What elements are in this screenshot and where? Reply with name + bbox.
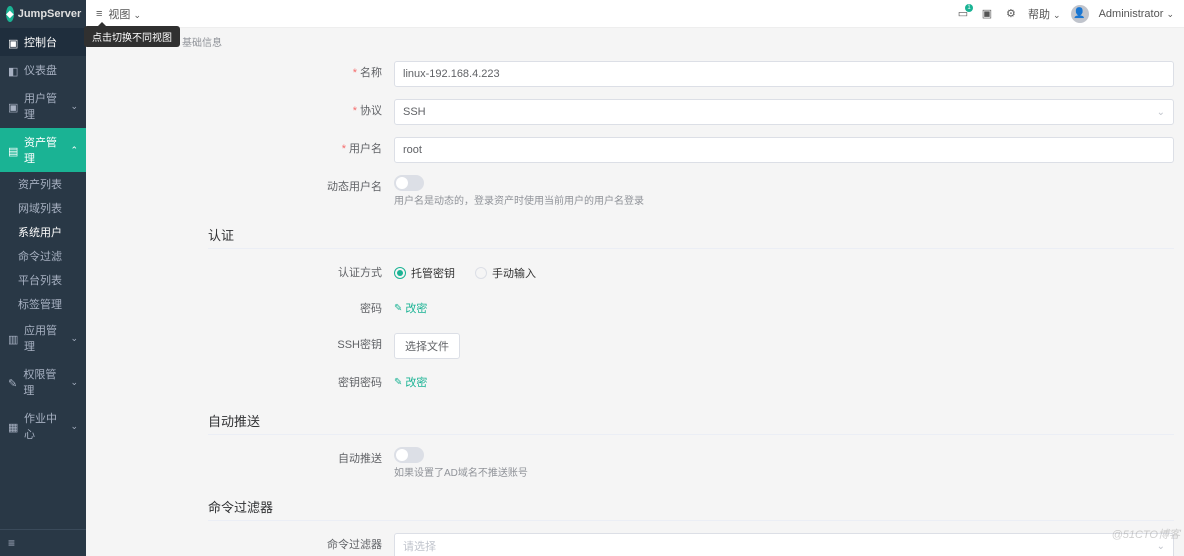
nav-item-label: 权限管理 bbox=[23, 366, 64, 398]
section-auth: 认证 bbox=[208, 215, 1174, 249]
apps-icon: ▥ bbox=[8, 333, 18, 343]
nav-item-label: 作业中心 bbox=[24, 410, 64, 442]
console-icon: ▣ bbox=[8, 37, 18, 47]
avatar[interactable]: 👤 bbox=[1071, 5, 1089, 23]
dynamic-username-label: 动态用户名 bbox=[327, 181, 382, 193]
name-input[interactable] bbox=[394, 61, 1174, 87]
password-update-link[interactable]: ✎ 改密 bbox=[394, 297, 427, 321]
nav-perm-management[interactable]: ✎ 权限管理 ⌄ bbox=[0, 360, 86, 404]
username-input[interactable] bbox=[394, 137, 1174, 163]
nav-job-center[interactable]: ▦ 作业中心 ⌄ bbox=[0, 404, 86, 448]
auto-push-switch[interactable] bbox=[394, 447, 424, 463]
chevron-down-icon: ⌄ bbox=[70, 333, 78, 344]
protocol-select[interactable]: SSH ⌄ bbox=[394, 99, 1174, 125]
users-icon: ▣ bbox=[8, 101, 18, 111]
nav-sub-asset-list[interactable]: 资产列表 bbox=[0, 172, 86, 196]
ssh-key-choose-file-button[interactable]: 选择文件 bbox=[394, 333, 460, 359]
terminal-icon[interactable]: ▣ bbox=[980, 7, 994, 21]
password-label: 密码 bbox=[360, 303, 382, 315]
cmd-filter-placeholder: 请选择 bbox=[403, 538, 436, 554]
cmd-filter-select[interactable]: 请选择 ⌄ bbox=[394, 533, 1174, 556]
nav-sub-system-user[interactable]: 系统用户 bbox=[0, 220, 86, 244]
menu-icon[interactable]: ≡ bbox=[96, 8, 102, 20]
chevron-down-icon: ⌄ bbox=[70, 101, 78, 112]
content: 基础信息 *名称 *协议 SSH ⌄ *用户名 bbox=[86, 28, 1184, 556]
nav-console-header: ▣ 控制台 bbox=[0, 28, 86, 56]
section-basic-info: 基础信息 bbox=[86, 28, 1184, 53]
gear-icon[interactable]: ⚙ bbox=[1004, 7, 1018, 21]
logo-icon: ◆ bbox=[6, 6, 14, 22]
help-menu[interactable]: 帮助 ⌄ bbox=[1028, 6, 1061, 22]
nav-dashboard[interactable]: ◧ 仪表盘 bbox=[0, 56, 86, 84]
main: ≡ 视图 ⌄ ▭ 1 ▣ ⚙ 帮助 ⌄ 👤 Administrator ⌄ bbox=[86, 0, 1184, 556]
username-label: 用户名 bbox=[349, 143, 382, 155]
dynamic-username-help: 用户名是动态的，登录资产时使用当前用户的用户名登录 bbox=[394, 195, 1174, 209]
auto-push-label: 自动推送 bbox=[338, 453, 382, 465]
collapse-icon: ≡ bbox=[8, 536, 15, 550]
nav-asset-management[interactable]: ▤ 资产管理 ⌃ bbox=[0, 128, 86, 172]
auth-method-manual-radio[interactable]: 手动输入 bbox=[475, 265, 536, 281]
chevron-down-icon: ⌄ bbox=[70, 377, 78, 388]
nav-user-management[interactable]: ▣ 用户管理 ⌄ bbox=[0, 84, 86, 128]
chevron-down-icon: ⌄ bbox=[1157, 107, 1165, 118]
pencil-icon: ✎ bbox=[394, 371, 402, 395]
jobs-icon: ▦ bbox=[8, 421, 18, 431]
nav-sub-platform-list[interactable]: 平台列表 bbox=[0, 268, 86, 292]
section-push: 自动推送 bbox=[208, 401, 1174, 435]
nav-sub-cmd-filter[interactable]: 命令过滤 bbox=[0, 244, 86, 268]
dashboard-icon: ◧ bbox=[8, 65, 18, 75]
nav-app-management[interactable]: ▥ 应用管理 ⌄ bbox=[0, 316, 86, 360]
section-filter: 命令过滤器 bbox=[208, 487, 1174, 521]
key-password-update-link[interactable]: ✎ 改密 bbox=[394, 371, 427, 395]
view-tooltip: 点击切换不同视图 bbox=[84, 26, 180, 47]
nav-sub-domain-list[interactable]: 网域列表 bbox=[0, 196, 86, 220]
auto-push-help: 如果设置了AD域名不推送账号 bbox=[394, 467, 1174, 481]
logo-text: JumpServer bbox=[18, 8, 82, 20]
form: *名称 *协议 SSH ⌄ *用户名 bbox=[86, 53, 1184, 556]
nav-item-label: 资产管理 bbox=[24, 134, 64, 166]
radio-label: 托管密钥 bbox=[411, 265, 455, 281]
chevron-down-icon: ⌄ bbox=[70, 421, 78, 432]
nav: ▣ 控制台 ◧ 仪表盘 ▣ 用户管理 ⌄ ▤ 资产管理 ⌃ 资产列表 网域列表 … bbox=[0, 28, 86, 529]
radio-dot-icon bbox=[475, 267, 487, 279]
console-label: 控制台 bbox=[24, 34, 57, 50]
chevron-down-icon: ⌄ bbox=[1166, 9, 1174, 19]
chevron-up-icon: ⌃ bbox=[70, 145, 78, 156]
nav-sub-label-mgmt[interactable]: 标签管理 bbox=[0, 292, 86, 316]
notif-badge: 1 bbox=[965, 4, 973, 12]
sidebar-collapse[interactable]: ≡ bbox=[0, 529, 86, 556]
chevron-down-icon: ⌄ bbox=[133, 10, 141, 20]
pencil-icon: ✎ bbox=[394, 297, 402, 321]
user-menu[interactable]: Administrator ⌄ bbox=[1099, 8, 1174, 20]
auth-method-label: 认证方式 bbox=[338, 267, 382, 279]
protocol-label: 协议 bbox=[360, 105, 382, 117]
notifications-icon[interactable]: ▭ 1 bbox=[956, 7, 970, 21]
protocol-value: SSH bbox=[403, 106, 426, 118]
radio-label: 手动输入 bbox=[492, 265, 536, 281]
perms-icon: ✎ bbox=[8, 377, 17, 387]
chevron-down-icon: ⌄ bbox=[1157, 541, 1165, 552]
nav-item-label: 用户管理 bbox=[24, 90, 64, 122]
radio-dot-icon bbox=[394, 267, 406, 279]
topbar: ≡ 视图 ⌄ ▭ 1 ▣ ⚙ 帮助 ⌄ 👤 Administrator ⌄ bbox=[86, 0, 1184, 28]
nav-item-label: 应用管理 bbox=[24, 322, 64, 354]
sidebar: ◆ JumpServer ▣ 控制台 ◧ 仪表盘 ▣ 用户管理 ⌄ ▤ 资产管理… bbox=[0, 0, 86, 556]
auth-method-password-radio[interactable]: 托管密钥 bbox=[394, 265, 455, 281]
name-label: 名称 bbox=[360, 67, 382, 79]
assets-icon: ▤ bbox=[8, 145, 18, 155]
ssh-key-label: SSH密钥 bbox=[337, 339, 382, 351]
nav-item-label: 仪表盘 bbox=[24, 62, 57, 78]
logo: ◆ JumpServer bbox=[0, 0, 86, 28]
view-switcher[interactable]: 视图 ⌄ bbox=[108, 6, 141, 22]
chevron-down-icon: ⌄ bbox=[1053, 10, 1061, 20]
key-password-label: 密钥密码 bbox=[338, 377, 382, 389]
cmd-filter-label: 命令过滤器 bbox=[327, 539, 382, 551]
dynamic-username-switch[interactable] bbox=[394, 175, 424, 191]
